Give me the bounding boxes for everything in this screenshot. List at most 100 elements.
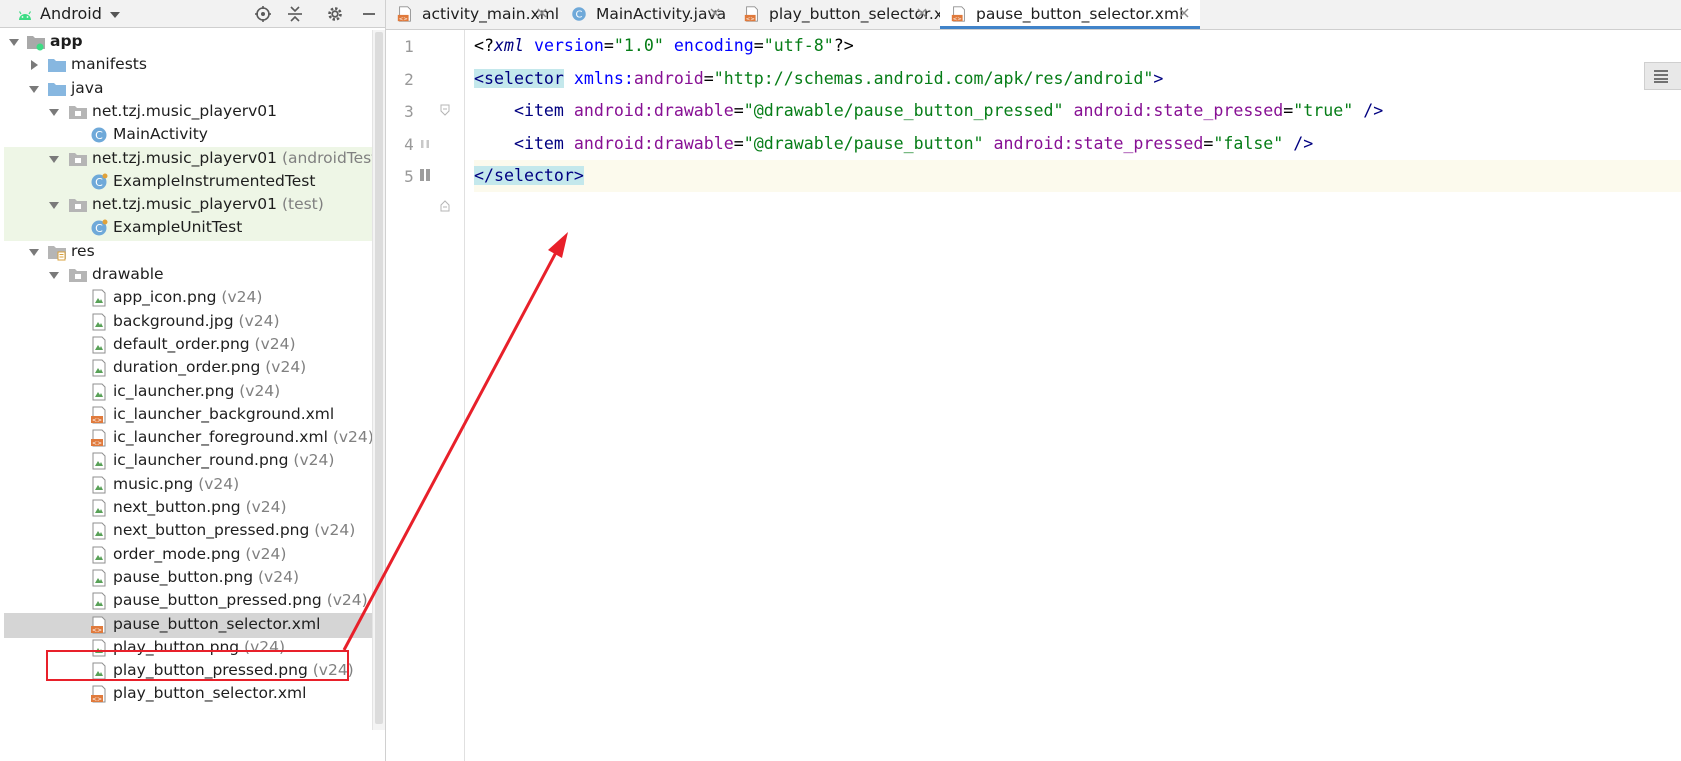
tree-item-label: pause_button_selector.xml	[113, 615, 320, 633]
close-tab-icon[interactable]	[709, 7, 721, 19]
svg-text:C: C	[576, 10, 583, 21]
code-token: "true"	[1293, 101, 1354, 120]
fold-marker-icon[interactable]	[438, 199, 452, 213]
code-editor[interactable]: 12345 <?xml version="1.0" encoding="utf-…	[386, 30, 1681, 761]
code-token: "@drawable/pause_button"	[743, 133, 984, 153]
tree-item-name: ic_launcher_foreground.xml	[113, 428, 328, 447]
tree-item[interactable]: <> ic_launcher_foreground.xml (v24)	[4, 426, 374, 451]
project-scrollbar[interactable]	[372, 30, 385, 730]
tree-item[interactable]: net.tzj.music_playerv01	[4, 100, 372, 125]
tree-item[interactable]: manifests	[4, 53, 372, 78]
tree-item[interactable]: duration_order.png (v24)	[4, 356, 372, 381]
locate-icon[interactable]	[254, 5, 272, 23]
code-token: android	[633, 68, 704, 88]
code-area[interactable]: <?xml version="1.0" encoding="utf-8"?> <s…	[474, 30, 1681, 761]
tree-item[interactable]: net.tzj.music_playerv01 (test)	[4, 193, 372, 219]
tree-item[interactable]: net.tzj.music_playerv01 (androidTest)	[4, 146, 383, 172]
tree-item[interactable]: default_order.png (v24)	[4, 333, 372, 358]
code-token: drawable	[653, 101, 734, 120]
editor-tab[interactable]: <> play_button_selector.xml	[733, 0, 962, 29]
tree-item[interactable]: next_button_pressed.png (v24)	[4, 519, 372, 544]
code-line[interactable]: </selector>	[474, 160, 1681, 192]
tree-item-label: default_order.png (v24)	[113, 335, 296, 353]
tree-item[interactable]: music.png (v24)	[4, 473, 372, 498]
tree-item-name: next_button.png	[113, 498, 241, 516]
tree-item[interactable]: ic_launcher_round.png (v24)	[4, 449, 372, 474]
expand-down-arrow-icon[interactable]	[48, 199, 60, 211]
tree-item[interactable]: next_button.png (v24)	[4, 496, 372, 521]
tree-item-suffix: (v24)	[309, 521, 356, 540]
svg-text:C: C	[95, 129, 103, 142]
tree-item[interactable]: pause_button_pressed.png (v24)	[4, 589, 372, 614]
scrollbar-thumb[interactable]	[375, 32, 383, 724]
tree-item[interactable]: app	[4, 30, 372, 55]
tree-item[interactable]: ic_launcher.png (v24)	[4, 380, 372, 405]
close-tab-icon[interactable]	[536, 7, 548, 19]
tree-item[interactable]: order_mode.png (v24)	[4, 543, 372, 568]
gear-icon[interactable]	[326, 5, 344, 23]
minimize-icon[interactable]	[360, 5, 378, 23]
editor-tab-label: MainActivity.java	[596, 5, 727, 23]
structure-icon[interactable]	[1644, 62, 1681, 90]
expand-down-arrow-icon[interactable]	[28, 83, 40, 95]
package-icon	[68, 150, 88, 168]
tree-item-name: app	[50, 32, 83, 50]
tree-item-label: next_button.png (v24)	[113, 498, 287, 516]
tree-item[interactable]: res	[4, 240, 372, 265]
tree-item[interactable]: java	[4, 77, 372, 102]
fold-marker-icon[interactable]	[438, 103, 452, 117]
tree-item-label: res	[71, 242, 95, 260]
close-tab-icon[interactable]	[916, 7, 928, 19]
image-file-icon	[89, 592, 109, 610]
expand-down-arrow-icon[interactable]	[28, 246, 40, 258]
tree-item-label: ic_launcher_foreground.xml (v24)	[113, 428, 374, 446]
line-number: 2	[404, 69, 414, 89]
line-number: 5	[404, 167, 414, 186]
tree-item[interactable]: C MainActivity	[4, 123, 372, 148]
svg-text:<>: <>	[92, 627, 102, 634]
tree-item[interactable]: pause_button.png (v24)	[4, 566, 372, 591]
editor-tab[interactable]: C MainActivity.java	[560, 0, 731, 29]
tree-item[interactable]: <> ic_launcher_background.xml	[4, 403, 372, 428]
svg-text:<>: <>	[746, 16, 755, 22]
collapse-all-icon[interactable]	[286, 5, 304, 23]
code-text: <item android:drawable="@drawable/pause_…	[474, 134, 1313, 153]
editor-tab[interactable]: <> pause_button_selector.xml	[940, 0, 1200, 29]
tree-item-name: ic_launcher_background.xml	[113, 404, 335, 423]
tree-item-label: drawable	[92, 265, 164, 283]
code-line[interactable]: <?xml version="1.0" encoding="utf-8"?>	[474, 30, 1681, 62]
tree-item-suffix: (v24)	[327, 428, 374, 447]
expand-right-arrow-icon[interactable]	[28, 59, 40, 71]
xml-file-icon: <>	[89, 616, 109, 634]
code-line[interactable]: <item android:drawable="@drawable/pause_…	[474, 95, 1681, 127]
tree-item[interactable]: app_icon.png (v24)	[4, 286, 372, 311]
chevron-down-icon[interactable]	[108, 8, 122, 22]
tree-item-label: ic_launcher_round.png (v24)	[113, 451, 334, 469]
code-line[interactable]: <selector xmlns:android="http://schemas.…	[474, 63, 1681, 95]
code-token: "false"	[1213, 133, 1284, 153]
image-file-icon	[89, 289, 109, 307]
tree-item[interactable]: drawable	[4, 263, 372, 288]
code-token: "1.0"	[613, 36, 664, 55]
code-token: state_pressed	[1073, 133, 1204, 153]
code-token: =	[603, 36, 614, 55]
tree-item[interactable]: C ExampleUnitTest	[4, 216, 372, 242]
tree-item[interactable]: <> pause_button_selector.xml	[4, 612, 372, 638]
project-view-selector[interactable]: Android	[40, 4, 102, 23]
tree-item[interactable]: <> play_button_selector.xml	[4, 682, 372, 707]
code-token: encoding	[663, 36, 754, 55]
editor-tab[interactable]: <> activity_main.xml	[386, 0, 559, 29]
tree-item-label: duration_order.png (v24)	[113, 358, 306, 376]
app-module-icon	[26, 33, 46, 51]
expand-down-arrow-icon[interactable]	[48, 153, 60, 165]
expand-down-arrow-icon[interactable]	[8, 36, 20, 48]
svg-text:C: C	[95, 222, 103, 235]
close-tab-icon[interactable]	[1178, 7, 1190, 19]
code-line[interactable]: <item android:drawable="@drawable/pause_…	[474, 128, 1681, 160]
expand-down-arrow-icon[interactable]	[48, 106, 60, 118]
tree-item[interactable]: background.jpg (v24)	[4, 310, 372, 335]
svg-text:<>: <>	[399, 16, 408, 22]
code-token: android:	[983, 133, 1074, 153]
expand-down-arrow-icon[interactable]	[48, 269, 60, 281]
tree-item[interactable]: C ExampleInstrumentedTest	[4, 169, 372, 195]
